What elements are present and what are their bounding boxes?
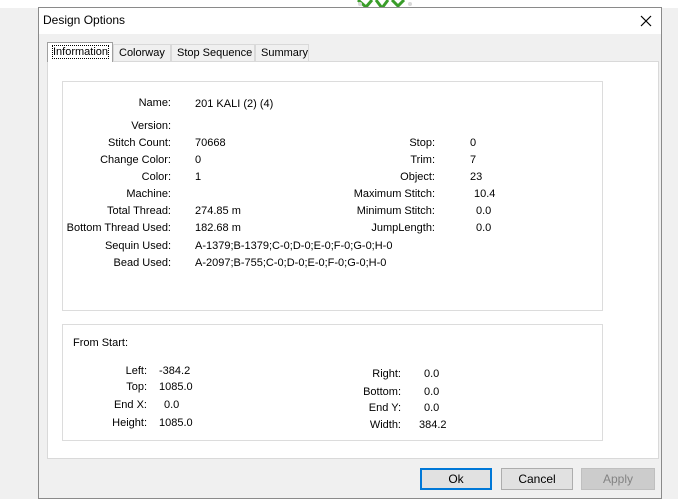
tab-information[interactable]: Information [47, 42, 113, 62]
machine-label: Machine: [126, 188, 171, 200]
maximum-stitch-label: Maximum Stitch: [353, 188, 435, 200]
stop-value: 0 [470, 137, 477, 149]
end-x-value: 0.0 [164, 399, 180, 411]
total-thread-label: Total Thread: [106, 205, 171, 217]
close-icon [640, 15, 652, 27]
version-label: Version: [131, 120, 171, 132]
sequin-used-value: A-1379;B-1379;C-0;D-0;E-0;F-0;G-0;H-0 [195, 240, 393, 252]
from-start-title: From Start: [73, 337, 129, 349]
jump-length-value: 0.0 [476, 222, 492, 234]
end-y-value: 0.0 [424, 402, 440, 414]
change-color-label: Change Color: [100, 154, 171, 166]
tab-label: Stop Sequence [177, 47, 253, 59]
tab-summary[interactable]: Summary [255, 44, 309, 61]
left-label: Left: [125, 365, 147, 377]
height-value: 1085.0 [159, 417, 193, 429]
title-bar[interactable]: Design Options [39, 8, 661, 34]
design-options-dialog: Design Options Information Colorway Stop… [38, 7, 662, 499]
width-value: 384.2 [419, 419, 447, 431]
width-label: Width: [369, 419, 401, 431]
right-value: 0.0 [424, 368, 440, 380]
close-button[interactable] [635, 10, 657, 32]
object-label: Object: [400, 171, 435, 183]
bottom-thread-value: 182.68 m [195, 222, 241, 234]
total-thread-value: 274.85 m [195, 205, 241, 217]
end-x-label: End X: [113, 399, 147, 411]
maximum-stitch-value: 10.4 [474, 188, 496, 200]
tab-label: Summary [261, 47, 309, 59]
bottom-value: 0.0 [424, 386, 440, 398]
tab-label: Colorway [119, 47, 165, 59]
end-y-label: End Y: [368, 402, 401, 414]
change-color-value: 0 [195, 154, 202, 166]
information-panel: Name: 201 KALI (2) (4) Version: Stitch C… [47, 61, 659, 459]
bead-used-value: A-2097;B-755;C-0;D-0;E-0;F-0;G-0;H-0 [195, 257, 387, 269]
name-label: Name: [138, 97, 171, 109]
minimum-stitch-label: Minimum Stitch: [356, 205, 435, 217]
stop-label: Stop: [409, 137, 435, 149]
design-info-group: Name: 201 KALI (2) (4) Version: Stitch C… [62, 81, 603, 311]
height-label: Height: [112, 417, 147, 429]
top-label: Top: [126, 381, 147, 393]
trim-label: Trim: [410, 154, 435, 166]
stitch-count-label: Stitch Count: [108, 137, 171, 149]
jump-length-label: JumpLength: [371, 222, 435, 234]
tab-colorway[interactable]: Colorway [113, 44, 171, 61]
trim-value: 7 [470, 154, 477, 166]
from-start-group: From Start: Left: -384.2 Top: 1085.0 End… [62, 324, 603, 441]
color-value: 1 [195, 171, 202, 183]
top-value: 1085.0 [159, 381, 193, 393]
name-value: 201 KALI (2) (4) [195, 98, 274, 110]
minimum-stitch-value: 0.0 [476, 205, 492, 217]
bottom-thread-label: Bottom Thread Used: [66, 222, 171, 234]
apply-button[interactable]: Apply [581, 468, 655, 490]
object-value: 23 [470, 171, 483, 183]
color-label: Color: [141, 171, 171, 183]
bead-used-label: Bead Used: [113, 257, 171, 269]
window-title: Design Options [43, 13, 126, 27]
cancel-button[interactable]: Cancel [501, 468, 573, 490]
left-value: -384.2 [159, 365, 191, 377]
ok-button[interactable]: Ok [420, 468, 492, 490]
right-label: Right: [372, 368, 401, 380]
tab-stop-sequence[interactable]: Stop Sequence [171, 44, 255, 61]
tab-label: Information [51, 45, 110, 59]
sequin-used-label: Sequin Used: [104, 240, 171, 252]
bottom-label: Bottom: [363, 386, 401, 398]
stitch-count-value: 70668 [195, 137, 226, 149]
